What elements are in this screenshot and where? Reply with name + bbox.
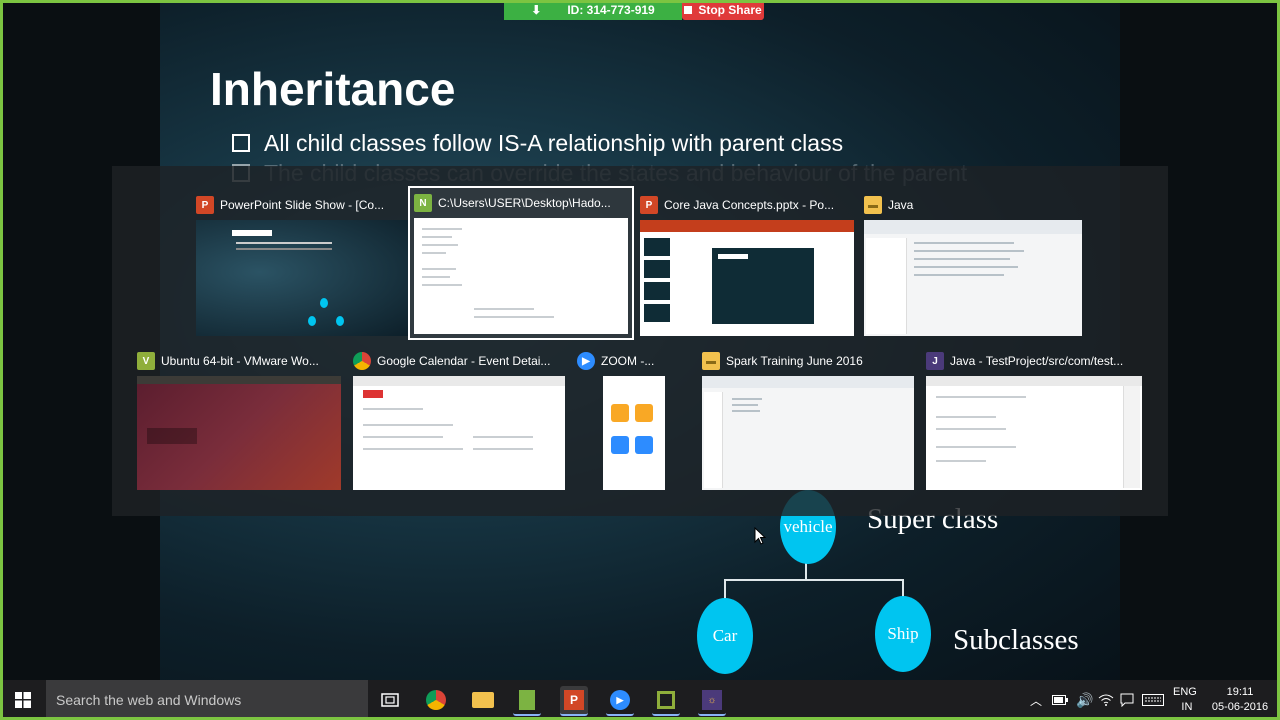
subclasses-label: Subclasses: [953, 624, 1079, 656]
language-indicator[interactable]: ENG IN: [1173, 680, 1197, 720]
car-node: Car: [697, 598, 753, 674]
vmware-icon[interactable]: [652, 686, 680, 716]
tree-line-left: [724, 579, 726, 599]
notepad-glyph: [519, 690, 535, 710]
powerpoint-icon[interactable]: P: [560, 686, 588, 716]
zoom-icon[interactable]: ▶: [606, 686, 634, 716]
vehicle-node-label: vehicle: [783, 517, 833, 536]
tree-line-horizontal: [724, 579, 904, 581]
clock-date: 05-06-2016: [1211, 701, 1269, 713]
region-code: IN: [1181, 701, 1193, 713]
window-thumbnail: [603, 376, 665, 490]
window-title: Spark Training June 2016: [726, 354, 863, 368]
folder-glyph: [472, 692, 494, 708]
chevron-up-icon: ︿: [1030, 693, 1043, 708]
search-input[interactable]: Search the web and Windows: [46, 680, 368, 720]
window-title: Java - TestProject/src/com/test...: [950, 354, 1124, 368]
speaker-glyph: 🔊: [1076, 691, 1094, 708]
vmware-glyph: [657, 691, 675, 709]
window-title: PowerPoint Slide Show - [Co...: [220, 198, 385, 212]
switcher-item-google-calendar[interactable]: Google Calendar - Event Detai...: [353, 346, 565, 490]
clock[interactable]: 19:11 05-06-2016: [1208, 680, 1272, 720]
powerpoint-glyph: P: [564, 690, 584, 710]
bullet-1-text: All child classes follow IS-A relationsh…: [264, 130, 844, 156]
stop-share-button[interactable]: Stop Share: [682, 0, 764, 20]
task-view-glyph: [381, 693, 399, 707]
battery-glyph: [1052, 695, 1068, 705]
file-explorer-icon[interactable]: [469, 686, 497, 714]
chrome-icon[interactable]: [422, 686, 450, 714]
tree-line-vertical: [805, 562, 807, 580]
switcher-item-vmware[interactable]: V Ubuntu 64-bit - VMware Wo...: [137, 346, 341, 490]
window-thumbnail: [702, 376, 914, 490]
language-code: ENG: [1173, 686, 1197, 698]
window-title: Google Calendar - Event Detai...: [377, 354, 551, 368]
windows-logo-icon: [15, 692, 31, 708]
vmware-icon: V: [137, 352, 155, 370]
eclipse-glyph: ☼: [702, 690, 722, 710]
switcher-item-eclipse[interactable]: J Java - TestProject/src/com/test...: [926, 346, 1142, 490]
window-thumbnail: [926, 376, 1142, 490]
switcher-item-notepad-plus[interactable]: N C:\Users\USER\Desktop\Hado...: [408, 186, 634, 340]
meeting-id: ⬇ ID: 314-773-919: [504, 0, 682, 20]
window-thumbnail: [137, 376, 341, 490]
window-title: Ubuntu 64-bit - VMware Wo...: [161, 354, 319, 368]
wifi-glyph: [1098, 694, 1114, 706]
screen-share-bar: ⬇ ID: 314-773-919 Stop Share: [504, 0, 764, 20]
window-title: Core Java Concepts.pptx - Po...: [664, 198, 835, 212]
folder-icon: ▬: [864, 196, 882, 214]
window-thumbnail: [640, 220, 854, 336]
window-title: ZOOM -...: [601, 354, 655, 368]
bullet-1: All child classes follow IS-A relationsh…: [232, 130, 843, 157]
notepad-plus-icon: N: [414, 194, 432, 212]
eclipse-icon: J: [926, 352, 944, 370]
meeting-id-text: ID: 314-773-919: [567, 3, 655, 17]
window-thumbnail: [864, 220, 1082, 336]
window-thumbnail: [414, 218, 628, 334]
ship-node: Ship: [875, 596, 931, 672]
switcher-item-powerpoint-slideshow[interactable]: P PowerPoint Slide Show - [Co...: [196, 190, 408, 336]
window-title: C:\Users\USER\Desktop\Hado...: [438, 196, 611, 210]
start-button[interactable]: [0, 680, 46, 720]
powerpoint-icon: P: [640, 196, 658, 214]
chrome-logo: [426, 690, 446, 710]
notepad-plus-icon[interactable]: [513, 686, 541, 716]
message-glyph: [1120, 693, 1134, 707]
volume-icon[interactable]: 🔊: [1076, 680, 1093, 720]
powerpoint-icon: P: [196, 196, 214, 214]
keyboard-glyph: [1142, 694, 1164, 706]
mouse-cursor-icon: [754, 527, 766, 545]
switcher-item-zoom[interactable]: ▶ ZOOM -...: [577, 346, 667, 490]
battery-icon[interactable]: [1052, 680, 1068, 720]
switcher-item-java-folder[interactable]: ▬ Java: [864, 190, 1082, 336]
chrome-icon: [353, 352, 371, 370]
wifi-icon[interactable]: [1098, 680, 1114, 720]
keyboard-icon[interactable]: [1142, 680, 1164, 720]
ship-node-label: Ship: [887, 624, 919, 643]
clock-time: 19:11: [1226, 686, 1254, 698]
notifications-icon[interactable]: [1120, 680, 1134, 720]
eclipse-icon[interactable]: ☼: [698, 686, 726, 716]
taskbar: Search the web and Windows P ▶ ☼ ︿ 🔊 ENG…: [0, 680, 1280, 720]
task-view-icon[interactable]: [376, 686, 404, 714]
window-thumbnail: [353, 376, 565, 490]
window-title: Java: [888, 198, 914, 212]
show-hidden-icons[interactable]: ︿: [1030, 680, 1042, 720]
car-node-label: Car: [712, 626, 738, 645]
checkbox-bullet-icon: [232, 133, 250, 152]
slide-title: Inheritance: [210, 63, 456, 115]
window-thumbnail: [196, 220, 408, 336]
switcher-item-powerpoint-editor[interactable]: P Core Java Concepts.pptx - Po...: [640, 190, 854, 336]
task-switcher: P PowerPoint Slide Show - [Co... N C:\User…: [112, 166, 1168, 516]
zoom-glyph: ▶: [610, 690, 630, 710]
zoom-icon: ▶: [577, 352, 595, 370]
share-arrow-icon: ⬇: [531, 3, 542, 17]
switcher-item-spark-folder[interactable]: ▬ Spark Training June 2016: [702, 346, 914, 490]
folder-icon: ▬: [702, 352, 720, 370]
